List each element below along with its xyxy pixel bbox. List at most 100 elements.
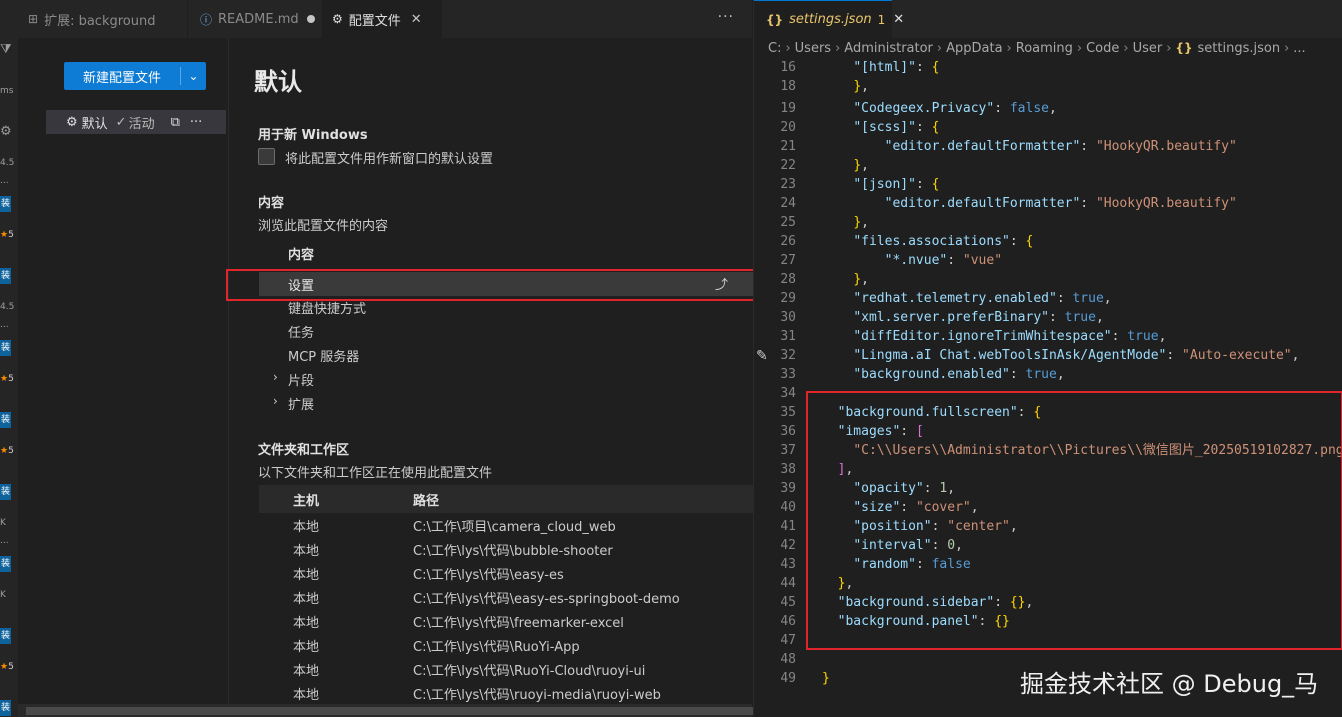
scrollbar-thumb[interactable] [26, 707, 756, 715]
rating-star-icon: ★5 [0, 374, 14, 384]
section-heading: 文件夹和工作区 [258, 443, 350, 458]
path-cell: C:\工作\lys\代码\RuoYi-App [413, 639, 580, 655]
path-cell: C:\工作\lys\代码\freemarker-excel [413, 615, 624, 631]
breadcrumb-item[interactable]: settings.json [1198, 41, 1281, 56]
close-icon[interactable]: ✕ [411, 12, 422, 27]
section-description: 浏览此配置文件的内容 [258, 219, 389, 234]
install-badge[interactable]: 装 [0, 556, 11, 572]
profiles-sidebar: 新建配置文件 ⌄ ⚙ 默认 ✓ 活动 ⧉ ··· [28, 38, 228, 717]
gear-icon: ⚙ [66, 114, 78, 130]
column-header-host: 主机 [293, 493, 320, 509]
activity-text: ms [0, 86, 14, 96]
path-cell: C:\工作\lys\代码\easy-es [413, 567, 564, 583]
chevron-right-icon[interactable]: › [273, 394, 278, 408]
horizontal-scrollbar[interactable] [18, 704, 756, 717]
breadcrumb-item[interactable]: C: [768, 41, 781, 56]
info-icon: ⓘ [200, 12, 213, 27]
rating-star-icon: ★5 [0, 662, 14, 672]
checkbox-label: 将此配置文件用作新窗口的默认设置 [285, 152, 494, 167]
breadcrumb-item[interactable]: Users [795, 41, 831, 56]
breadcrumb-item[interactable]: Roaming [1016, 41, 1073, 56]
contents-item-snippets[interactable]: 片段 [288, 370, 314, 389]
tab-readme[interactable]: ⓘ README.md [190, 0, 340, 38]
profile-list-item-default[interactable]: ⚙ 默认 ✓ 活动 ⧉ ··· [46, 110, 226, 134]
default-new-window-checkbox[interactable] [258, 148, 275, 165]
host-cell: 本地 [293, 639, 320, 655]
filter-icon[interactable]: ⧩ [0, 42, 18, 57]
breadcrumb-item[interactable]: ... [1293, 41, 1305, 56]
chevron-right-icon[interactable]: › [273, 370, 278, 384]
edit-pencil-icon[interactable]: ✎ [756, 348, 768, 364]
tab-label: settings.json [789, 12, 872, 27]
table-row[interactable]: 本地 C:\工作\lys\代码\freemarker-excel [259, 609, 753, 633]
new-profile-button[interactable]: 新建配置文件 ⌄ [64, 62, 206, 90]
install-badge[interactable]: 装 [0, 412, 11, 428]
path-cell: C:\工作\项目\camera_cloud_web [413, 519, 616, 535]
right-editor-group: {} settings.json 1 ✕ C: › Users › Administ… [753, 0, 1342, 717]
left-tab-bar: ⊞ 扩展: background ⓘ README.md ⚙ 配置文件 ✕ ··… [18, 0, 752, 38]
rating-star-icon: ★5 [0, 446, 14, 456]
annotation-highlight-box [226, 269, 757, 301]
table-row[interactable]: 本地 C:\工作\lys\代码\easy-es-springboot-demo [259, 585, 753, 609]
extension-icon: ⊞ [28, 12, 39, 26]
activity-bar: ⧩ ms ⚙ 4.5 ... 装 ★5 装 4.5 ... 装 ★5 装 ★5 … [0, 0, 18, 717]
install-badge[interactable]: 装 [0, 484, 11, 500]
breadcrumb-item[interactable]: Administrator [844, 41, 933, 56]
contents-item-tasks[interactable]: 任务 [288, 322, 314, 341]
activity-text: ... [0, 176, 9, 186]
activity-text: K [0, 590, 6, 600]
profile-detail: 默认 用于新 Windows 将此配置文件用作新窗口的默认设置 内容 浏览此配置… [228, 38, 753, 717]
unsaved-dot-icon[interactable] [306, 15, 315, 23]
table-header: 主机 路径 [259, 485, 753, 513]
install-badge[interactable]: 装 [0, 628, 11, 644]
path-cell: C:\工作\lys\代码\bubble-shooter [413, 543, 613, 559]
install-badge[interactable]: 装 [0, 700, 11, 716]
section-heading: 内容 [258, 196, 285, 211]
tab-settings-json[interactable]: {} settings.json 1 ✕ [754, 0, 904, 38]
problems-count: 1 [877, 12, 886, 27]
table-row[interactable]: 本地 C:\工作\lys\代码\RuoYi-Cloud\ruoyi-ui [259, 657, 753, 681]
gear-icon[interactable]: ⚙ [0, 124, 18, 139]
activity-text: ... [0, 536, 9, 546]
table-row[interactable]: 本地 C:\工作\lys\代码\bubble-shooter [259, 537, 753, 561]
contents-item-extensions[interactable]: 扩展 [288, 394, 314, 413]
left-editor-group: ⊞ 扩展: background ⓘ README.md ⚙ 配置文件 ✕ ··… [18, 0, 756, 717]
table-row[interactable]: 本地 C:\工作\lys\代码\RuoYi-App [259, 633, 753, 657]
activity-text: ... [0, 320, 9, 330]
tab-label: 配置文件 [348, 13, 401, 29]
contents-item-mcp[interactable]: MCP 服务器 [288, 346, 359, 365]
install-badge[interactable]: 装 [0, 196, 11, 212]
breadcrumb-separator-icon: › [1284, 40, 1290, 56]
new-window-icon[interactable]: ⧉ [171, 115, 180, 130]
activity-text: 4.5 [0, 302, 15, 312]
breadcrumb-item[interactable]: AppData [946, 41, 1002, 56]
install-badge[interactable]: 装 [0, 340, 11, 356]
chevron-down-icon[interactable]: ⌄ [181, 69, 206, 83]
tab-extension-background[interactable]: ⊞ 扩展: background [18, 0, 188, 38]
profile-name: 默认 [81, 116, 108, 132]
right-tab-bar: {} settings.json 1 ✕ [754, 0, 1342, 38]
breadcrumb-separator-icon: › [936, 40, 943, 56]
breadcrumb-separator-icon: › [1006, 40, 1012, 56]
table-row[interactable]: 本地 C:\工作\lys\代码\ruoyi-media\ruoyi-web [259, 681, 753, 705]
table-row[interactable]: 本地 C:\工作\lys\代码\easy-es [259, 561, 753, 585]
table-row[interactable]: 本地 C:\工作\项目\camera_cloud_web [259, 513, 753, 537]
host-cell: 本地 [293, 663, 320, 679]
activity-text: K [0, 518, 6, 528]
tab-profiles[interactable]: ⚙ 配置文件 ✕ [322, 0, 442, 38]
breadcrumb-item[interactable]: User [1133, 41, 1163, 56]
more-actions-icon[interactable]: ··· [190, 115, 202, 130]
breadcrumb-separator-icon: › [1166, 40, 1172, 56]
breadcrumb-item[interactable]: Code [1086, 41, 1119, 56]
breadcrumb-separator-icon: › [1076, 40, 1083, 56]
host-cell: 本地 [293, 519, 320, 535]
profile-status: 活动 [128, 116, 155, 132]
json-file-icon: {} [1175, 41, 1193, 55]
more-actions-icon[interactable]: ··· [718, 9, 734, 25]
host-cell: 本地 [293, 543, 320, 559]
host-cell: 本地 [293, 615, 320, 631]
section-description: 以下文件夹和工作区正在使用此配置文件 [258, 466, 493, 481]
close-icon[interactable]: ✕ [893, 12, 904, 27]
breadcrumb: C: › Users › Administrator › AppData › Roami… [768, 38, 1306, 58]
install-badge[interactable]: 装 [0, 268, 11, 284]
